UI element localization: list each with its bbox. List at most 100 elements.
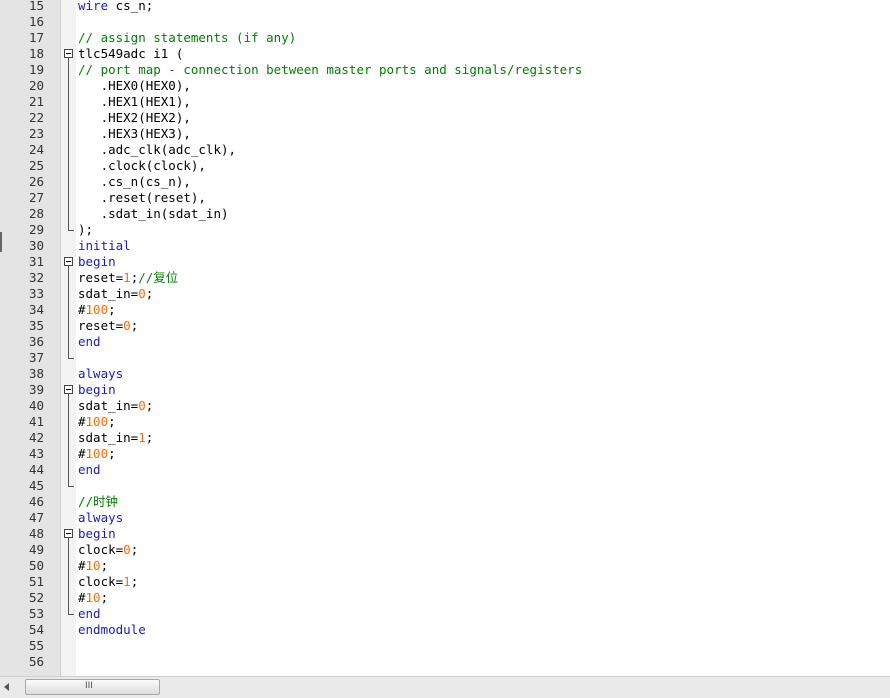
code-line[interactable]: 38 always xyxy=(0,366,890,382)
code-line[interactable]: 29); xyxy=(0,222,890,238)
code-line[interactable]: 26 .cs_n(cs_n), xyxy=(0,174,890,190)
code-line[interactable]: 30 initial xyxy=(0,238,890,254)
code-token: sdat_in= xyxy=(78,430,139,445)
code-token: //复位 xyxy=(138,270,179,285)
code-editor[interactable]: 15 wire cs_n; 16 17 // assign statements (if… xyxy=(0,0,890,676)
code-line[interactable]: 45 xyxy=(0,478,890,494)
code-token: end xyxy=(78,606,101,621)
code-token: ; xyxy=(130,318,139,333)
code-line[interactable]: 21 .HEX1(HEX1), xyxy=(0,94,890,110)
code-token: 0 xyxy=(138,286,146,301)
code-line[interactable]: 25 .clock(clock), xyxy=(0,158,890,174)
code-line[interactable]: 42 sdat_in=1; xyxy=(0,430,890,446)
line-number: 51 xyxy=(28,574,44,589)
scroll-left-arrow-icon[interactable] xyxy=(4,683,9,691)
code-token: .clock(clock), xyxy=(78,158,206,173)
line-number: 37 xyxy=(28,350,44,365)
code-line[interactable]: 34 #100; xyxy=(0,302,890,318)
code-line[interactable]: 16 xyxy=(0,14,890,30)
code-token: # xyxy=(78,558,86,573)
code-line[interactable]: 44 end xyxy=(0,462,890,478)
code-line[interactable]: 37 xyxy=(0,350,890,366)
code-line[interactable]: 54 endmodule xyxy=(0,622,890,638)
code-line[interactable]: 33 sdat_in=0; xyxy=(0,286,890,302)
code-line[interactable]: 46 //时钟 xyxy=(0,494,890,510)
code-text: .sdat_in(sdat_in) xyxy=(78,206,229,222)
code-line[interactable]: 28 .sdat_in(sdat_in) xyxy=(0,206,890,222)
grip-icon: III xyxy=(85,681,93,691)
code-line[interactable]: 31 begin xyxy=(0,254,890,270)
fold-toggle-icon[interactable] xyxy=(64,257,73,266)
code-token: // assign statements (if any) xyxy=(78,30,297,45)
line-number: 38 xyxy=(28,366,44,381)
code-token: endmodule xyxy=(78,622,146,637)
line-number: 25 xyxy=(28,158,44,173)
code-token: always xyxy=(78,510,124,525)
code-token: 1 xyxy=(123,574,131,589)
code-line[interactable]: 35 reset=0; xyxy=(0,318,890,334)
code-token: clock= xyxy=(78,542,124,557)
code-token: reset= xyxy=(78,270,124,285)
line-number: 43 xyxy=(28,446,44,461)
fold-guide-end xyxy=(68,614,74,615)
code-token: .reset(reset), xyxy=(78,190,206,205)
code-token: always xyxy=(78,366,124,381)
code-line[interactable]: 22 .HEX2(HEX2), xyxy=(0,110,890,126)
line-number: 28 xyxy=(28,206,44,221)
code-line[interactable]: 43 #100; xyxy=(0,446,890,462)
code-token: clock= xyxy=(78,574,124,589)
code-line[interactable]: 47 always xyxy=(0,510,890,526)
code-line[interactable]: 56 xyxy=(0,654,890,670)
line-number: 41 xyxy=(28,414,44,429)
line-number: 42 xyxy=(28,430,44,445)
fold-guide-end xyxy=(68,486,74,487)
line-number: 56 xyxy=(28,654,44,669)
code-line[interactable]: 18 tlc549adc i1 ( xyxy=(0,46,890,62)
code-line[interactable]: 39 begin xyxy=(0,382,890,398)
code-line[interactable]: 23 .HEX3(HEX3), xyxy=(0,126,890,142)
code-line[interactable]: 53 end xyxy=(0,606,890,622)
code-text: endmodule xyxy=(78,622,146,638)
code-line[interactable]: 40 sdat_in=0; xyxy=(0,398,890,414)
code-token: sdat_in= xyxy=(78,286,139,301)
code-text: sdat_in=0; xyxy=(78,286,153,302)
line-number: 46 xyxy=(28,494,44,509)
horizontal-scrollbar[interactable]: III xyxy=(0,676,890,698)
scrollbar-thumb[interactable]: III xyxy=(25,679,160,695)
fold-toggle-icon[interactable] xyxy=(64,49,73,58)
code-line[interactable]: 51 clock=1; xyxy=(0,574,890,590)
code-token: .HEX0(HEX0), xyxy=(78,78,191,93)
code-line[interactable]: 48 begin xyxy=(0,526,890,542)
line-number: 48 xyxy=(28,526,44,541)
code-text: initial xyxy=(78,238,131,254)
code-line[interactable]: 24 .adc_clk(adc_clk), xyxy=(0,142,890,158)
code-token: ; xyxy=(145,430,154,445)
line-number: 40 xyxy=(28,398,44,413)
line-number: 20 xyxy=(28,78,44,93)
line-number: 23 xyxy=(28,126,44,141)
code-line[interactable]: 49 clock=0; xyxy=(0,542,890,558)
code-line[interactable]: 52 #10; xyxy=(0,590,890,606)
code-line[interactable]: 32 reset=1;//复位 xyxy=(0,270,890,286)
code-line[interactable]: 20 .HEX0(HEX0), xyxy=(0,78,890,94)
code-line[interactable]: 19 // port map - connection between maste… xyxy=(0,62,890,78)
code-token: 0 xyxy=(123,542,131,557)
code-token: reset= xyxy=(78,318,124,333)
code-text: .HEX0(HEX0), xyxy=(78,78,191,94)
code-line[interactable]: 36 end xyxy=(0,334,890,350)
line-number: 27 xyxy=(28,190,44,205)
fold-guide-end xyxy=(68,358,74,359)
code-line[interactable]: 55 xyxy=(0,638,890,654)
code-line[interactable]: 50 #10; xyxy=(0,558,890,574)
code-line[interactable]: 15 wire cs_n; xyxy=(0,0,890,14)
line-number: 44 xyxy=(28,462,44,477)
code-line[interactable]: 27 .reset(reset), xyxy=(0,190,890,206)
code-text: .HEX3(HEX3), xyxy=(78,126,191,142)
fold-toggle-icon[interactable] xyxy=(64,529,73,538)
fold-toggle-icon[interactable] xyxy=(64,385,73,394)
code-line[interactable]: 17 // assign statements (if any) xyxy=(0,30,890,46)
code-token: initial xyxy=(78,238,131,253)
code-token: .HEX3(HEX3), xyxy=(78,126,191,141)
code-text: begin xyxy=(78,526,116,542)
code-line[interactable]: 41 #100; xyxy=(0,414,890,430)
